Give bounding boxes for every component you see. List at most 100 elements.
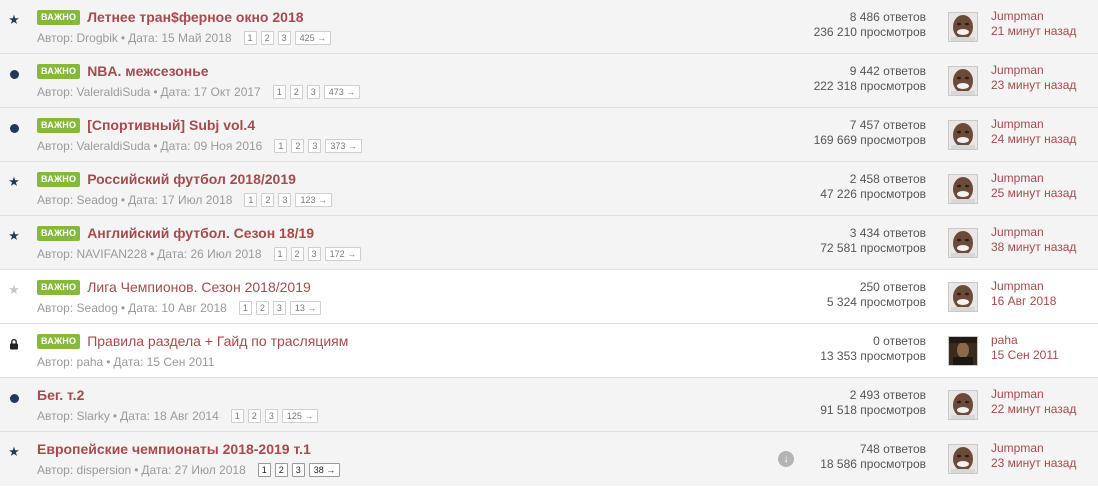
author-link[interactable]: Slarky — [77, 409, 110, 423]
unread-dot-icon — [8, 392, 20, 404]
author-link[interactable]: ValeraldiSuda — [77, 85, 151, 99]
last-poster-avatar[interactable] — [948, 66, 978, 96]
star-outline-icon: ★ — [8, 282, 20, 297]
view-count: 222 318 просмотров — [813, 79, 926, 93]
last-poster-name[interactable]: Jumpman — [991, 9, 1076, 24]
reply-count: 0 ответов — [873, 334, 926, 348]
author-link[interactable]: Drogbik — [77, 31, 118, 45]
last-post-time[interactable]: 15 Сен 2011 — [991, 348, 1059, 363]
last-page-link[interactable]: 13 → — [289, 301, 322, 315]
view-count: 236 210 просмотров — [813, 25, 926, 39]
topic-title-link[interactable]: Правила раздела + Гайд по трасляциям — [87, 333, 348, 349]
topic-title-link[interactable]: Лига Чемпионов. Сезон 2018/2019 — [87, 279, 311, 295]
last-post-time[interactable]: 25 минут назад — [991, 186, 1076, 201]
topic-row: ВАЖНО [Спортивный] Subj vol.4 Автор: Val… — [0, 108, 1098, 162]
last-post-time[interactable]: 16 Авг 2018 — [991, 294, 1056, 309]
topic-title-line: ВАЖНО Правила раздела + Гайд по трасляци… — [37, 333, 348, 349]
page-link[interactable]: 3 — [264, 409, 278, 423]
meta-separator: • — [153, 85, 158, 99]
page-link[interactable]: 2 — [289, 85, 303, 99]
page-link[interactable]: 1 — [238, 301, 252, 315]
page-link[interactable]: 1 — [273, 247, 287, 261]
topic-list: ★ ВАЖНО Летнее тран$ферное окно 2018 Авт… — [0, 0, 1098, 486]
author-link[interactable]: Seadog — [77, 193, 118, 207]
last-poster-name[interactable]: Jumpman — [991, 387, 1076, 402]
last-page-link[interactable]: 373 → — [325, 139, 362, 153]
page-link[interactable]: 2 — [261, 193, 275, 207]
last-poster-avatar[interactable] — [948, 174, 978, 204]
last-poster-name[interactable]: Jumpman — [991, 279, 1056, 294]
page-link[interactable]: 2 — [255, 301, 269, 315]
page-link[interactable]: 2 — [247, 409, 261, 423]
author-link[interactable]: ValeraldiSuda — [77, 139, 151, 153]
page-links: 1 2 3 473 → — [272, 85, 361, 99]
last-post-time[interactable]: 38 минут назад — [991, 240, 1076, 255]
author-link[interactable]: Seadog — [77, 301, 118, 315]
download-icon[interactable]: ↓ — [778, 451, 794, 467]
last-page-link[interactable]: 473 → — [323, 85, 361, 99]
last-page-link[interactable]: 172 → — [324, 247, 362, 261]
page-link[interactable]: 3 — [306, 85, 320, 99]
page-link[interactable]: 3 — [308, 139, 322, 153]
page-link[interactable]: 3 — [272, 301, 286, 315]
last-poster-avatar[interactable] — [948, 390, 978, 420]
page-link[interactable]: 1 — [274, 139, 288, 153]
last-post-time[interactable]: 24 минут назад — [991, 132, 1076, 147]
topic-title-link[interactable]: [Спортивный] Subj vol.4 — [87, 117, 255, 133]
last-page-link[interactable]: 125 → — [281, 409, 319, 423]
last-page-link[interactable]: 425 → — [294, 31, 332, 45]
page-link[interactable]: 1 — [243, 31, 257, 45]
topic-date: 17 Июл 2018 — [161, 193, 233, 207]
topic-title-link[interactable]: NBA. межсезонье — [87, 63, 208, 79]
last-poster-name[interactable]: Jumpman — [991, 441, 1076, 456]
last-poster-name[interactable]: Jumpman — [991, 63, 1076, 78]
last-post-time[interactable]: 23 минут назад — [991, 456, 1076, 471]
date-prefix: Дата: — [157, 247, 188, 261]
page-link[interactable]: 3 — [291, 463, 305, 477]
page-link[interactable]: 2 — [291, 139, 305, 153]
important-badge: ВАЖНО — [37, 63, 81, 79]
page-link[interactable]: 3 — [307, 247, 321, 261]
last-page-link[interactable]: 123 → — [295, 193, 332, 207]
page-link[interactable]: 3 — [278, 193, 292, 207]
last-post-time[interactable]: 21 минут назад — [991, 24, 1076, 39]
date-prefix: Дата: — [120, 409, 150, 423]
last-post-info: Jumpman 21 минут назад — [991, 9, 1076, 39]
important-badge: ВАЖНО — [37, 9, 81, 25]
last-page-link[interactable]: 38 → — [308, 463, 341, 477]
page-link[interactable]: 1 — [272, 85, 286, 99]
last-poster-name[interactable]: Jumpman — [991, 225, 1076, 240]
last-poster-avatar[interactable] — [948, 444, 978, 474]
topic-meta: Автор: ValeraldiSuda • Дата: 17 Окт 2017… — [37, 85, 361, 99]
last-poster-name[interactable]: Jumpman — [991, 117, 1076, 132]
page-link[interactable]: 1 — [230, 409, 244, 423]
last-post-time[interactable]: 23 минут назад — [991, 78, 1076, 93]
last-post-time[interactable]: 22 минут назад — [991, 402, 1076, 417]
last-poster-avatar[interactable] — [948, 12, 978, 42]
page-link[interactable]: 2 — [274, 463, 288, 477]
page-link[interactable]: 1 — [257, 463, 271, 477]
page-link[interactable]: 2 — [290, 247, 304, 261]
author-link[interactable]: NAVIFAN228 — [77, 247, 147, 261]
page-link[interactable]: 3 — [277, 31, 291, 45]
topic-title-link[interactable]: Российский футбол 2018/2019 — [87, 171, 296, 187]
author-link[interactable]: dispersion — [77, 463, 132, 477]
last-poster-avatar[interactable] — [948, 120, 978, 150]
last-poster-avatar[interactable] — [948, 228, 978, 258]
topic-title-link[interactable]: Летнее тран$ферное окно 2018 — [87, 9, 303, 25]
last-poster-avatar[interactable] — [948, 282, 978, 312]
author-link[interactable]: paha — [77, 355, 104, 369]
topic-title-link[interactable]: Бег. т.2 — [37, 387, 84, 403]
topic-row: ★ Европейские чемпионаты 2018-2019 т.1 А… — [0, 432, 1098, 486]
page-link[interactable]: 1 — [244, 193, 258, 207]
meta-separator: • — [112, 409, 118, 423]
topic-title-line: ВАЖНО Российский футбол 2018/2019 — [37, 171, 296, 187]
last-poster-name[interactable]: Jumpman — [991, 171, 1076, 186]
page-link[interactable]: 2 — [260, 31, 274, 45]
last-poster-avatar[interactable] — [948, 336, 978, 366]
topic-title-link[interactable]: Европейские чемпионаты 2018-2019 т.1 — [37, 441, 311, 457]
star-icon: ★ — [8, 228, 20, 243]
author-prefix: Автор: — [37, 409, 74, 423]
last-poster-name[interactable]: paha — [991, 333, 1059, 348]
topic-title-link[interactable]: Английский футбол. Сезон 18/19 — [87, 225, 314, 241]
